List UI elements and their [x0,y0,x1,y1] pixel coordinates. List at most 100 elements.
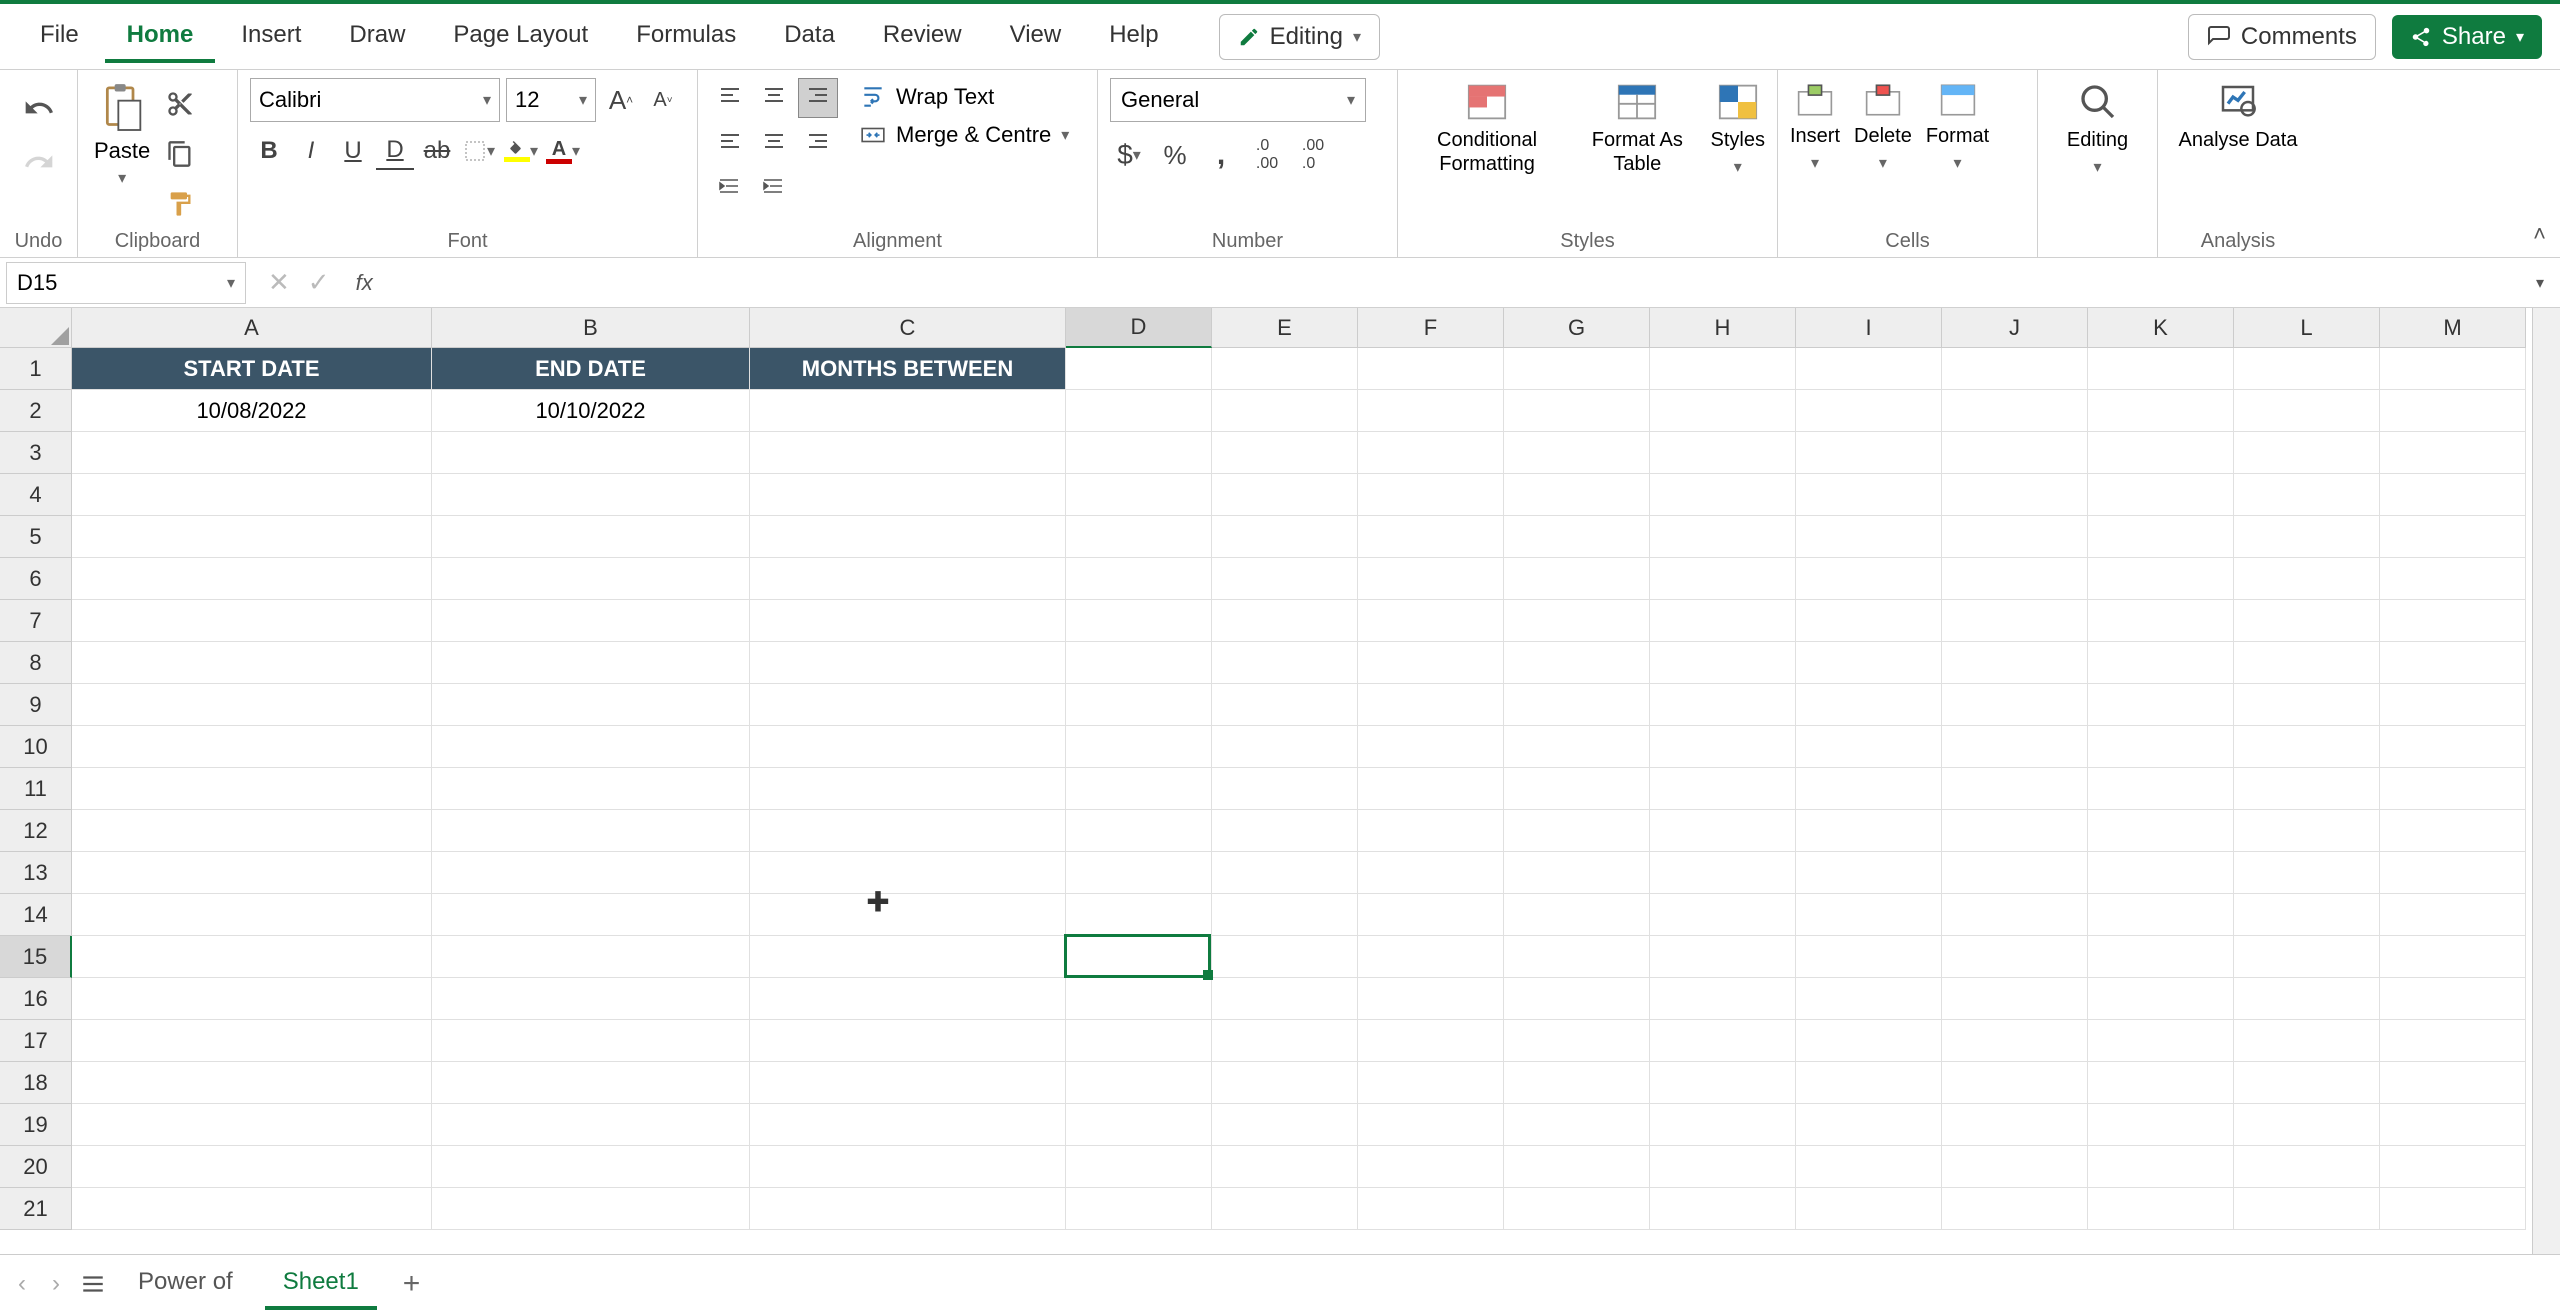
delete-cells-button[interactable]: Delete ▾ [1854,82,1912,173]
cell-D12[interactable] [1066,810,1212,852]
percent-button[interactable]: % [1156,136,1194,174]
cell-K11[interactable] [2088,768,2234,810]
col-header-F[interactable]: F [1358,308,1504,348]
cell-C3[interactable] [750,432,1066,474]
cell-D18[interactable] [1066,1062,1212,1104]
cell-D9[interactable] [1066,684,1212,726]
cell-L12[interactable] [2234,810,2380,852]
cell-C14[interactable] [750,894,1066,936]
cell-C9[interactable] [750,684,1066,726]
select-all-corner[interactable] [0,308,72,348]
col-header-H[interactable]: H [1650,308,1796,348]
cell-B13[interactable] [432,852,750,894]
share-button[interactable]: Share ▾ [2392,15,2542,59]
cell-G1[interactable] [1504,348,1650,390]
cell-M6[interactable] [2380,558,2526,600]
cell-C12[interactable] [750,810,1066,852]
row-header-3[interactable]: 3 [0,432,72,474]
cell-J21[interactable] [1942,1188,2088,1230]
cell-B5[interactable] [432,516,750,558]
cell-J17[interactable] [1942,1020,2088,1062]
cell-B11[interactable] [432,768,750,810]
cell-M12[interactable] [2380,810,2526,852]
cell-H6[interactable] [1650,558,1796,600]
cell-F12[interactable] [1358,810,1504,852]
row-header-20[interactable]: 20 [0,1146,72,1188]
cell-A6[interactable] [72,558,432,600]
cell-D13[interactable] [1066,852,1212,894]
cell-L9[interactable] [2234,684,2380,726]
row-header-17[interactable]: 17 [0,1020,72,1062]
menu-page-layout[interactable]: Page Layout [431,11,610,63]
cell-I5[interactable] [1796,516,1942,558]
menu-home[interactable]: Home [105,11,216,63]
cell-G6[interactable] [1504,558,1650,600]
cell-C6[interactable] [750,558,1066,600]
cell-L21[interactable] [2234,1188,2380,1230]
cell-M9[interactable] [2380,684,2526,726]
cell-F11[interactable] [1358,768,1504,810]
cell-D14[interactable] [1066,894,1212,936]
row-header-2[interactable]: 2 [0,390,72,432]
cell-I7[interactable] [1796,600,1942,642]
accept-formula-button[interactable]: ✓ [308,267,330,298]
cell-F16[interactable] [1358,978,1504,1020]
row-header-6[interactable]: 6 [0,558,72,600]
cell-G21[interactable] [1504,1188,1650,1230]
cell-I15[interactable] [1796,936,1942,978]
cell-L8[interactable] [2234,642,2380,684]
cell-A16[interactable] [72,978,432,1020]
row-header-9[interactable]: 9 [0,684,72,726]
cell-C4[interactable] [750,474,1066,516]
cell-J20[interactable] [1942,1146,2088,1188]
all-sheets-button[interactable] [80,1271,106,1297]
col-header-B[interactable]: B [432,308,750,348]
editing-dropdown[interactable]: Editing ▾ [2067,82,2128,177]
cell-M3[interactable] [2380,432,2526,474]
cell-C19[interactable] [750,1104,1066,1146]
cell-H9[interactable] [1650,684,1796,726]
cell-F21[interactable] [1358,1188,1504,1230]
cell-L14[interactable] [2234,894,2380,936]
cell-J6[interactable] [1942,558,2088,600]
cell-B14[interactable] [432,894,750,936]
cell-B7[interactable] [432,600,750,642]
cell-I11[interactable] [1796,768,1942,810]
increase-indent-button[interactable] [754,168,792,206]
menu-insert[interactable]: Insert [219,11,323,63]
comments-button[interactable]: Comments [2188,14,2376,60]
cell-A12[interactable] [72,810,432,852]
cell-C7[interactable] [750,600,1066,642]
vertical-scrollbar[interactable] [2532,308,2560,1254]
cell-H7[interactable] [1650,600,1796,642]
grow-font-button[interactable]: A˄ [602,81,640,119]
insert-cells-button[interactable]: Insert ▾ [1790,82,1840,173]
cell-F20[interactable] [1358,1146,1504,1188]
cell-K10[interactable] [2088,726,2234,768]
align-right[interactable] [798,122,838,162]
cell-D16[interactable] [1066,978,1212,1020]
cell-B18[interactable] [432,1062,750,1104]
cell-A14[interactable] [72,894,432,936]
align-center[interactable] [754,122,794,162]
cell-A4[interactable] [72,474,432,516]
cell-K18[interactable] [2088,1062,2234,1104]
cell-G2[interactable] [1504,390,1650,432]
row-header-18[interactable]: 18 [0,1062,72,1104]
cell-H14[interactable] [1650,894,1796,936]
cell-M20[interactable] [2380,1146,2526,1188]
col-header-I[interactable]: I [1796,308,1942,348]
cell-J19[interactable] [1942,1104,2088,1146]
cell-H1[interactable] [1650,348,1796,390]
borders-button[interactable]: ▾ [460,132,498,170]
cell-M13[interactable] [2380,852,2526,894]
menu-draw[interactable]: Draw [327,11,427,63]
analyse-data-button[interactable]: Analyse Data [2179,82,2298,152]
format-painter-button[interactable] [162,186,198,222]
cell-B12[interactable] [432,810,750,852]
cell-G4[interactable] [1504,474,1650,516]
cell-A10[interactable] [72,726,432,768]
row-header-13[interactable]: 13 [0,852,72,894]
cell-J10[interactable] [1942,726,2088,768]
cell-L17[interactable] [2234,1020,2380,1062]
